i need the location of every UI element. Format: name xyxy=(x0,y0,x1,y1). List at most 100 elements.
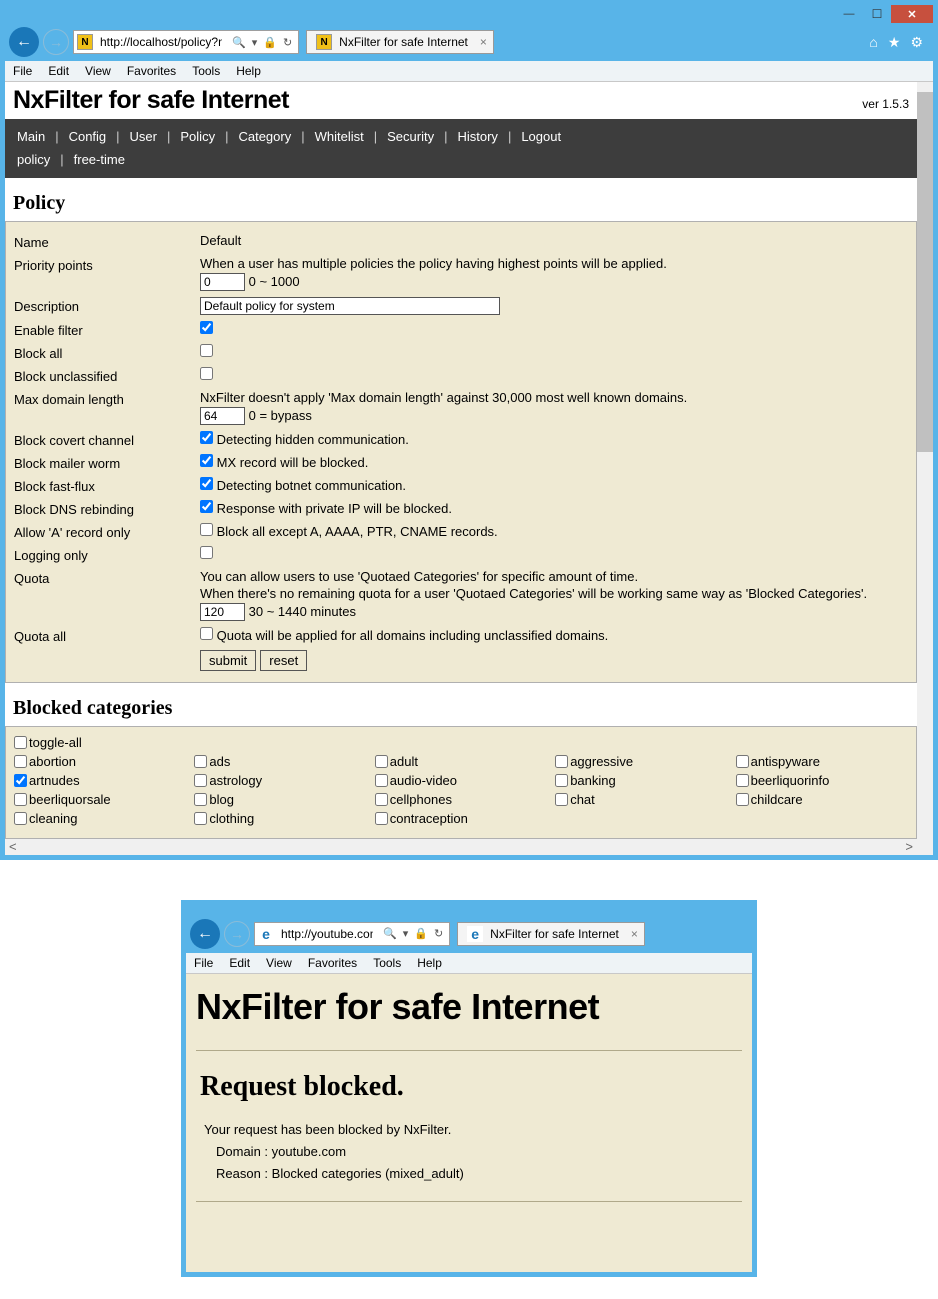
menu-tools[interactable]: Tools xyxy=(192,64,220,78)
category-checkbox-ads[interactable] xyxy=(194,755,207,768)
category-checkbox-banking[interactable] xyxy=(555,774,568,787)
dropdown-icon[interactable]: ▾ xyxy=(403,927,409,940)
block-unclassified-checkbox[interactable] xyxy=(200,367,213,380)
category-checkbox-cleaning[interactable] xyxy=(14,812,27,825)
menu-favorites[interactable]: Favorites xyxy=(308,956,357,970)
menu-file[interactable]: File xyxy=(194,956,213,970)
nav-config[interactable]: Config xyxy=(69,129,107,144)
menu-edit[interactable]: Edit xyxy=(229,956,250,970)
category-beerliquorsale[interactable]: beerliquorsale xyxy=(14,792,186,807)
minimize-button[interactable]: — xyxy=(835,5,863,23)
category-astrology[interactable]: astrology xyxy=(194,773,366,788)
category-cleaning[interactable]: cleaning xyxy=(14,811,186,826)
block-all-checkbox[interactable] xyxy=(200,344,213,357)
bread-free-time[interactable]: free-time xyxy=(74,152,125,167)
category-checkbox-beerliquorsale[interactable] xyxy=(14,793,27,806)
category-ads[interactable]: ads xyxy=(194,754,366,769)
category-aggressive[interactable]: aggressive xyxy=(555,754,727,769)
dnsreb-checkbox[interactable] xyxy=(200,500,213,513)
menu-help[interactable]: Help xyxy=(236,64,261,78)
close-button[interactable]: ✕ xyxy=(891,5,933,23)
category-artnudes[interactable]: artnudes xyxy=(14,773,186,788)
nav-history[interactable]: History xyxy=(457,129,497,144)
nav-user[interactable]: User xyxy=(130,129,157,144)
category-checkbox-beerliquorinfo[interactable] xyxy=(736,774,749,787)
category-checkbox-astrology[interactable] xyxy=(194,774,207,787)
menu-view[interactable]: View xyxy=(266,956,292,970)
search-icon[interactable]: 🔍 xyxy=(232,36,246,49)
max-domain-input[interactable] xyxy=(200,407,245,425)
covert-checkbox[interactable] xyxy=(200,431,213,444)
category-checkbox-contraception[interactable] xyxy=(375,812,388,825)
horizontal-scrollbar[interactable]: <> xyxy=(5,839,917,855)
category-checkbox-adult[interactable] xyxy=(375,755,388,768)
forward-button[interactable]: → xyxy=(224,921,250,947)
refresh-icon[interactable]: ↻ xyxy=(283,36,292,49)
back-button[interactable]: ← xyxy=(9,27,39,57)
browser-tab[interactable]: e NxFilter for safe Internet × xyxy=(457,922,645,946)
category-checkbox-aggressive[interactable] xyxy=(555,755,568,768)
quota-all-checkbox[interactable] xyxy=(200,627,213,640)
back-button[interactable]: ← xyxy=(190,919,220,949)
menu-edit[interactable]: Edit xyxy=(48,64,69,78)
gear-icon[interactable]: ⚙ xyxy=(910,34,923,51)
category-toggle-all[interactable]: toggle-all xyxy=(14,735,908,750)
vertical-scrollbar[interactable] xyxy=(917,82,933,855)
quota-input[interactable] xyxy=(200,603,245,621)
category-audio-video[interactable]: audio-video xyxy=(375,773,547,788)
refresh-icon[interactable]: ↻ xyxy=(434,927,443,940)
url-input[interactable] xyxy=(277,925,377,943)
mailer-checkbox[interactable] xyxy=(200,454,213,467)
category-checkbox-artnudes[interactable] xyxy=(14,774,27,787)
menu-tools[interactable]: Tools xyxy=(373,956,401,970)
reset-button[interactable]: reset xyxy=(260,650,307,671)
category-checkbox-audio-video[interactable] xyxy=(375,774,388,787)
favorites-icon[interactable]: ★ xyxy=(888,34,901,51)
forward-button[interactable]: → xyxy=(43,29,69,55)
category-contraception[interactable]: contraception xyxy=(375,811,547,826)
category-adult[interactable]: adult xyxy=(375,754,547,769)
nav-category[interactable]: Category xyxy=(238,129,291,144)
category-checkbox-blog[interactable] xyxy=(194,793,207,806)
fastflux-checkbox[interactable] xyxy=(200,477,213,490)
tab-close-icon[interactable]: × xyxy=(480,35,487,49)
category-checkbox-chat[interactable] xyxy=(555,793,568,806)
category-checkbox-childcare[interactable] xyxy=(736,793,749,806)
menu-file[interactable]: File xyxy=(13,64,32,78)
tab-close-icon[interactable]: × xyxy=(631,927,638,941)
category-chat[interactable]: chat xyxy=(555,792,727,807)
category-cellphones[interactable]: cellphones xyxy=(375,792,547,807)
priority-input[interactable] xyxy=(200,273,245,291)
address-bar[interactable]: e 🔍 ▾ 🔒 ↻ xyxy=(254,922,450,946)
nav-policy[interactable]: Policy xyxy=(180,129,215,144)
menu-view[interactable]: View xyxy=(85,64,111,78)
category-banking[interactable]: banking xyxy=(555,773,727,788)
search-icon[interactable]: 🔍 xyxy=(383,927,397,940)
dropdown-icon[interactable]: ▾ xyxy=(252,36,258,49)
home-icon[interactable]: ⌂ xyxy=(869,34,877,51)
menu-favorites[interactable]: Favorites xyxy=(127,64,176,78)
description-input[interactable] xyxy=(200,297,500,315)
nav-logout[interactable]: Logout xyxy=(521,129,561,144)
category-checkbox-antispyware[interactable] xyxy=(736,755,749,768)
category-blog[interactable]: blog xyxy=(194,792,366,807)
browser-tab[interactable]: N NxFilter for safe Internet × xyxy=(306,30,494,54)
category-abortion[interactable]: abortion xyxy=(14,754,186,769)
category-beerliquorinfo[interactable]: beerliquorinfo xyxy=(736,773,908,788)
submit-button[interactable]: submit xyxy=(200,650,256,671)
category-checkbox-clothing[interactable] xyxy=(194,812,207,825)
maximize-button[interactable]: ☐ xyxy=(863,5,891,23)
category-checkbox-abortion[interactable] xyxy=(14,755,27,768)
scroll-right-icon[interactable]: > xyxy=(905,839,913,854)
category-clothing[interactable]: clothing xyxy=(194,811,366,826)
logging-only-checkbox[interactable] xyxy=(200,546,213,559)
menu-help[interactable]: Help xyxy=(417,956,442,970)
nav-whitelist[interactable]: Whitelist xyxy=(315,129,364,144)
scroll-left-icon[interactable]: < xyxy=(9,839,17,854)
enable-filter-checkbox[interactable] xyxy=(200,321,213,334)
bread-policy[interactable]: policy xyxy=(17,152,50,167)
category-antispyware[interactable]: antispyware xyxy=(736,754,908,769)
category-checkbox-cellphones[interactable] xyxy=(375,793,388,806)
address-bar[interactable]: N 🔍 ▾ 🔒 ↻ xyxy=(73,30,299,54)
arec-checkbox[interactable] xyxy=(200,523,213,536)
